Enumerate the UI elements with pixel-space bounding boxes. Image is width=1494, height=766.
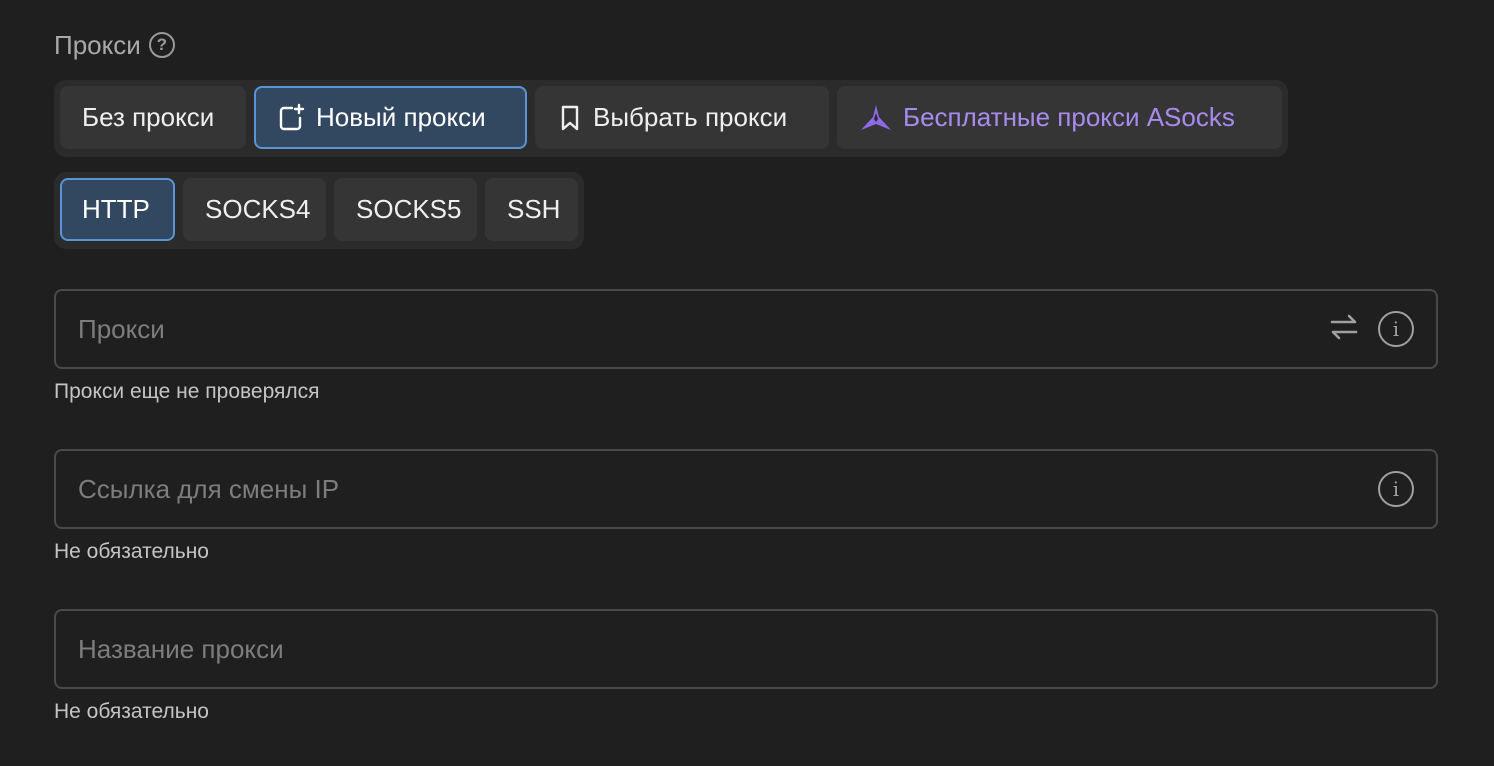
- bookmark-icon: [557, 104, 583, 132]
- tab-select-proxy-label: Выбрать прокси: [593, 102, 788, 132]
- tab-new-proxy[interactable]: Новый прокси: [254, 86, 527, 149]
- new-window-plus-icon: [276, 103, 306, 133]
- tab-asocks-free-proxy[interactable]: Бесплатные прокси ASocks: [837, 86, 1282, 149]
- change-ip-link-input[interactable]: [78, 451, 1378, 527]
- proxy-name-hint: Не обязательно: [54, 700, 209, 723]
- tab-socks5-label: SOCKS5: [356, 194, 462, 224]
- info-icon[interactable]: i: [1378, 471, 1414, 507]
- tab-no-proxy[interactable]: Без прокси: [60, 86, 246, 149]
- swap-arrows-icon[interactable]: [1328, 312, 1360, 347]
- change-ip-link-field: i: [54, 449, 1438, 529]
- info-icon[interactable]: i: [1378, 311, 1414, 347]
- tab-http-label: HTTP: [82, 194, 150, 224]
- proxy-name-field: [54, 609, 1438, 689]
- tab-socks4[interactable]: SOCKS4: [183, 178, 326, 241]
- tab-ssh[interactable]: SSH: [485, 178, 578, 241]
- asocks-logo-icon: [859, 103, 893, 133]
- tab-no-proxy-label: Без прокси: [82, 102, 215, 132]
- proxy-input[interactable]: [78, 291, 1328, 367]
- help-icon[interactable]: ?: [148, 32, 175, 58]
- tab-socks4-label: SOCKS4: [205, 194, 311, 224]
- proxy-field: i: [54, 289, 1438, 369]
- proxy-type-tabs: HTTP SOCKS4 SOCKS5 SSH: [54, 172, 584, 249]
- proxy-source-tabs: Без прокси Новый прокси Выбрать прокси Б…: [54, 80, 1288, 157]
- section-title: Прокси: [54, 29, 141, 60]
- tab-ssh-label: SSH: [507, 194, 561, 224]
- proxy-name-input[interactable]: [78, 611, 1414, 687]
- tab-http[interactable]: HTTP: [60, 178, 175, 241]
- tab-new-proxy-label: Новый прокси: [316, 102, 486, 132]
- tab-select-proxy[interactable]: Выбрать прокси: [535, 86, 829, 149]
- tab-asocks-label: Бесплатные прокси ASocks: [903, 102, 1235, 132]
- change-ip-link-hint: Не обязательно: [54, 540, 209, 563]
- proxy-section-header: Прокси ?: [54, 28, 175, 62]
- proxy-status-hint: Прокси еще не проверялся: [54, 380, 320, 403]
- tab-socks5[interactable]: SOCKS5: [334, 178, 477, 241]
